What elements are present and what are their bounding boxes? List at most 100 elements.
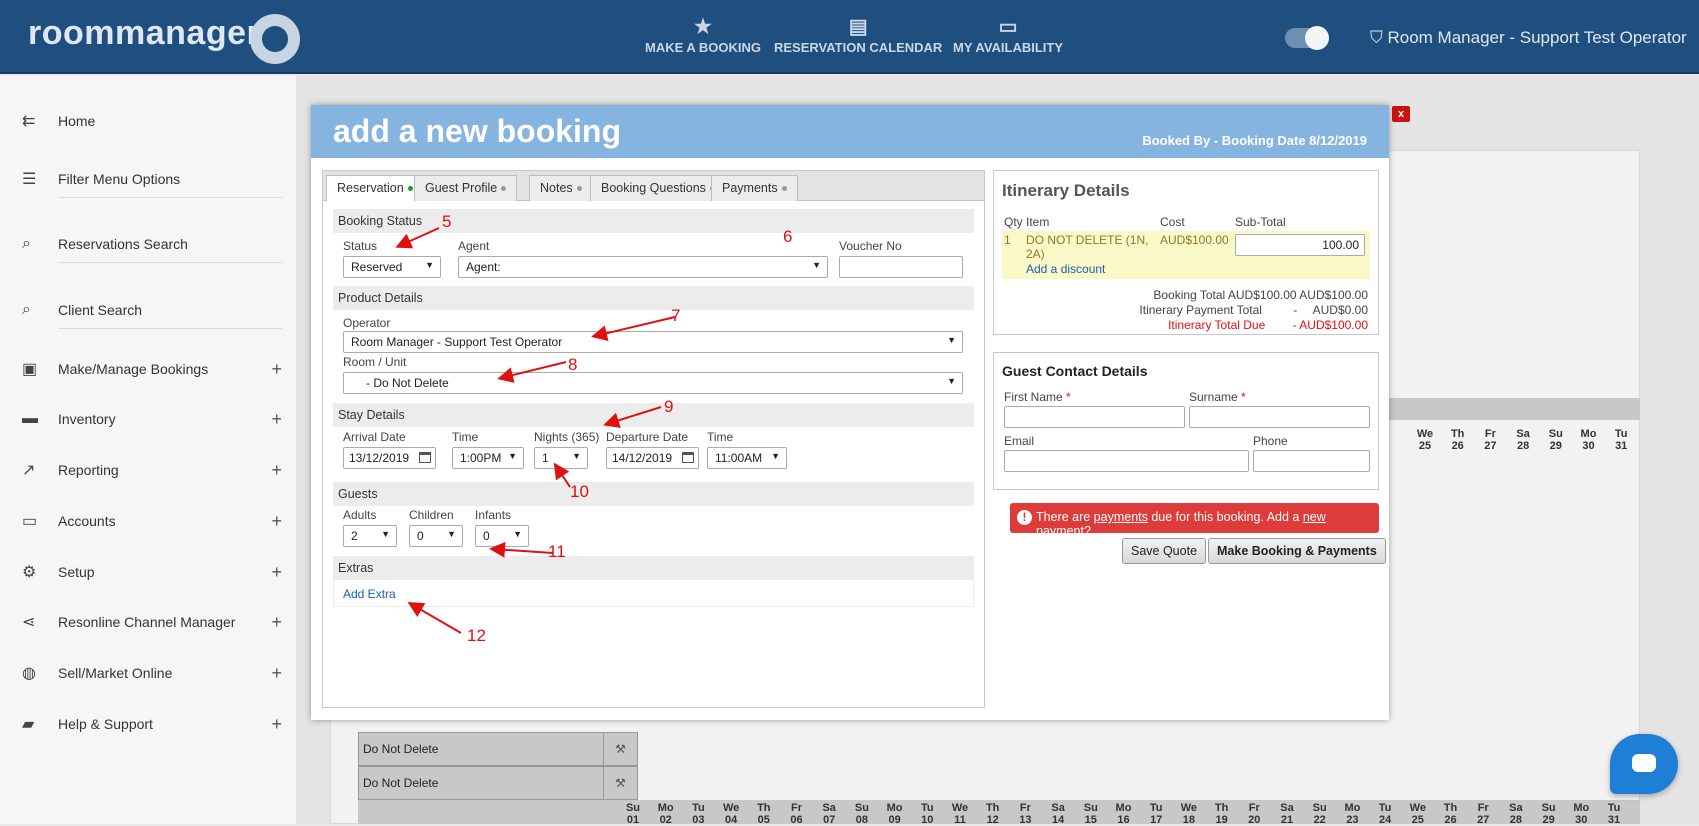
table-row[interactable]: Do Not Delete ⚒: [358, 732, 638, 766]
operator-select[interactable]: Room Manager - Support Test Operator ▼: [343, 331, 963, 353]
calendar-icon[interactable]: [682, 452, 694, 463]
calendar-day-header[interactable]: Mo 30: [1565, 802, 1597, 826]
calendar-day-header[interactable]: We 11: [944, 802, 976, 826]
sidebar-item-reporting[interactable]: ↗ Reporting +: [22, 450, 282, 490]
close-icon[interactable]: x: [1392, 106, 1410, 122]
tab-reservation[interactable]: Reservation: [326, 175, 424, 201]
tab-payments[interactable]: Payments: [711, 175, 798, 201]
save-quote-button[interactable]: Save Quote: [1122, 538, 1207, 564]
nav-my-availability[interactable]: ▭ MY AVAILABILITY: [953, 14, 1063, 55]
calendar-day-header[interactable]: Tu 03: [682, 802, 714, 826]
calendar-day-header[interactable]: Fr 20: [1238, 802, 1270, 826]
expand-icon[interactable]: +: [262, 460, 282, 481]
wrench-icon[interactable]: ⚒: [603, 733, 637, 765]
mode-toggle[interactable]: [1285, 26, 1329, 50]
email-input[interactable]: [1004, 450, 1249, 472]
payments-link[interactable]: payments: [1094, 510, 1148, 524]
wrench-icon[interactable]: ⚒: [603, 767, 637, 799]
calendar-day-header[interactable]: Tu 24: [1369, 802, 1401, 826]
expand-icon[interactable]: +: [262, 714, 282, 735]
calendar-day-header[interactable]: Su 01: [617, 802, 649, 826]
calendar-day-header[interactable]: Tu 17: [1140, 802, 1172, 826]
sidebar-item-sell-market[interactable]: ◍ Sell/Market Online +: [22, 653, 282, 693]
expand-icon[interactable]: +: [262, 359, 282, 380]
calendar-day-header[interactable]: Mo 23: [1336, 802, 1368, 826]
arrival-date-input[interactable]: 13/12/2019: [343, 447, 436, 469]
nights-select[interactable]: 1 ▼: [534, 447, 588, 469]
calendar-day-header[interactable]: Fr 13: [1009, 802, 1041, 826]
expand-icon[interactable]: +: [262, 409, 282, 430]
calendar-day-header[interactable]: We 18: [1173, 802, 1205, 826]
sidebar-item-home[interactable]: ⇇ Home: [22, 101, 282, 141]
calendar-day-header[interactable]: Th 26: [1442, 428, 1474, 452]
calendar-day-header[interactable]: Su 08: [846, 802, 878, 826]
sidebar-item-resonline[interactable]: ⋖ Resonline Channel Manager +: [22, 602, 282, 642]
calendar-day-header[interactable]: Th 26: [1435, 802, 1467, 826]
calendar-day-header[interactable]: We 25: [1402, 802, 1434, 826]
infants-select[interactable]: 0 ▼: [475, 525, 529, 547]
calendar-day-header[interactable]: Tu 10: [911, 802, 943, 826]
sidebar-item-setup[interactable]: ⚙ Setup +: [22, 552, 282, 592]
calendar-day-header[interactable]: Sa 07: [813, 802, 845, 826]
children-select[interactable]: 0 ▼: [409, 525, 463, 547]
tab-guest-profile[interactable]: Guest Profile: [414, 175, 518, 201]
calendar-day-header[interactable]: Su 22: [1304, 802, 1336, 826]
voucher-input[interactable]: [839, 256, 963, 278]
expand-icon[interactable]: +: [262, 562, 282, 583]
chat-launcher-icon[interactable]: [1610, 734, 1678, 794]
calendar-day-header[interactable]: Su 29: [1540, 428, 1572, 452]
calendar-day-header[interactable]: Fr 27: [1467, 802, 1499, 826]
calendar-day-header[interactable]: Fr 27: [1474, 428, 1506, 452]
calendar-icon[interactable]: [419, 452, 431, 463]
room-select[interactable]: - Do Not Delete ▼: [343, 372, 963, 394]
logo[interactable]: roommanager: [28, 14, 260, 53]
departure-date-input[interactable]: 14/12/2019: [606, 447, 699, 469]
adults-select[interactable]: 2 ▼: [343, 525, 397, 547]
calendar-day-header[interactable]: Th 12: [977, 802, 1009, 826]
expand-icon[interactable]: +: [262, 511, 282, 532]
sidebar-item-filter[interactable]: ☰ Filter Menu Options: [22, 159, 282, 199]
calendar-day-header[interactable]: Mo 09: [879, 802, 911, 826]
calendar-day-header[interactable]: Tu 31: [1605, 428, 1637, 452]
add-extra-link[interactable]: Add Extra: [343, 587, 396, 601]
calendar-day-header[interactable]: We 04: [715, 802, 747, 826]
nav-make-a-booking[interactable]: ★ MAKE A BOOKING: [645, 14, 761, 55]
tab-notes[interactable]: Notes: [529, 175, 593, 201]
calendar-day-header[interactable]: Mo 16: [1108, 802, 1140, 826]
calendar-day-header[interactable]: Sa 21: [1271, 802, 1303, 826]
calendar-day-header[interactable]: Th 19: [1206, 802, 1238, 826]
calendar-day-header[interactable]: Fr 06: [781, 802, 813, 826]
nav-reservation-calendar[interactable]: ▤ RESERVATION CALENDAR: [774, 14, 942, 55]
sidebar-item-reservations-search[interactable]: ⌕ Reservations Search: [22, 224, 282, 264]
sidebar-item-client-search[interactable]: ⌕ Client Search: [22, 290, 282, 330]
calendar-day-header[interactable]: Sa 14: [1042, 802, 1074, 826]
phone-input[interactable]: [1253, 450, 1370, 472]
calendar-day-header[interactable]: Mo 30: [1573, 428, 1605, 452]
sidebar-item-make-manage-bookings[interactable]: ▣ Make/Manage Bookings +: [22, 349, 282, 389]
operator-name[interactable]: ⛉ Room Manager - Support Test Operator: [1370, 28, 1687, 48]
calendar-day-header[interactable]: Su 15: [1075, 802, 1107, 826]
sidebar-item-inventory[interactable]: ▬ Inventory +: [22, 399, 282, 439]
make-booking-button[interactable]: Make Booking & Payments: [1208, 538, 1386, 564]
surname-input[interactable]: [1189, 406, 1370, 428]
calendar-day-header[interactable]: Mo 02: [650, 802, 682, 826]
calendar-day-header[interactable]: Th 05: [748, 802, 780, 826]
calendar-day-header[interactable]: We 25: [1409, 428, 1441, 452]
sidebar-item-help[interactable]: ▰ Help & Support +: [22, 704, 282, 744]
first-name-input[interactable]: [1004, 406, 1185, 428]
calendar-day-header[interactable]: Sa 28: [1507, 428, 1539, 452]
add-discount-link[interactable]: Add a discount: [1026, 262, 1105, 276]
expand-icon[interactable]: +: [262, 663, 282, 684]
departure-time-select[interactable]: 11:00AM ▼: [707, 447, 787, 469]
tab-booking-questions[interactable]: Booking Questions: [590, 175, 726, 201]
expand-icon[interactable]: +: [262, 612, 282, 633]
calendar-day-header[interactable]: Sa 28: [1500, 802, 1532, 826]
subtotal-input[interactable]: 100.00: [1235, 234, 1365, 256]
calendar-day-header[interactable]: Su 29: [1533, 802, 1565, 826]
table-row[interactable]: Do Not Delete ⚒: [358, 766, 638, 800]
arrival-time-select[interactable]: 1:00PM ▼: [452, 447, 524, 469]
agent-select[interactable]: Agent: ▼: [458, 256, 828, 278]
sidebar-item-accounts[interactable]: ▭ Accounts +: [22, 501, 282, 541]
status-select[interactable]: Reserved ▼: [343, 256, 441, 278]
calendar-day-header[interactable]: Tu 31: [1598, 802, 1630, 826]
